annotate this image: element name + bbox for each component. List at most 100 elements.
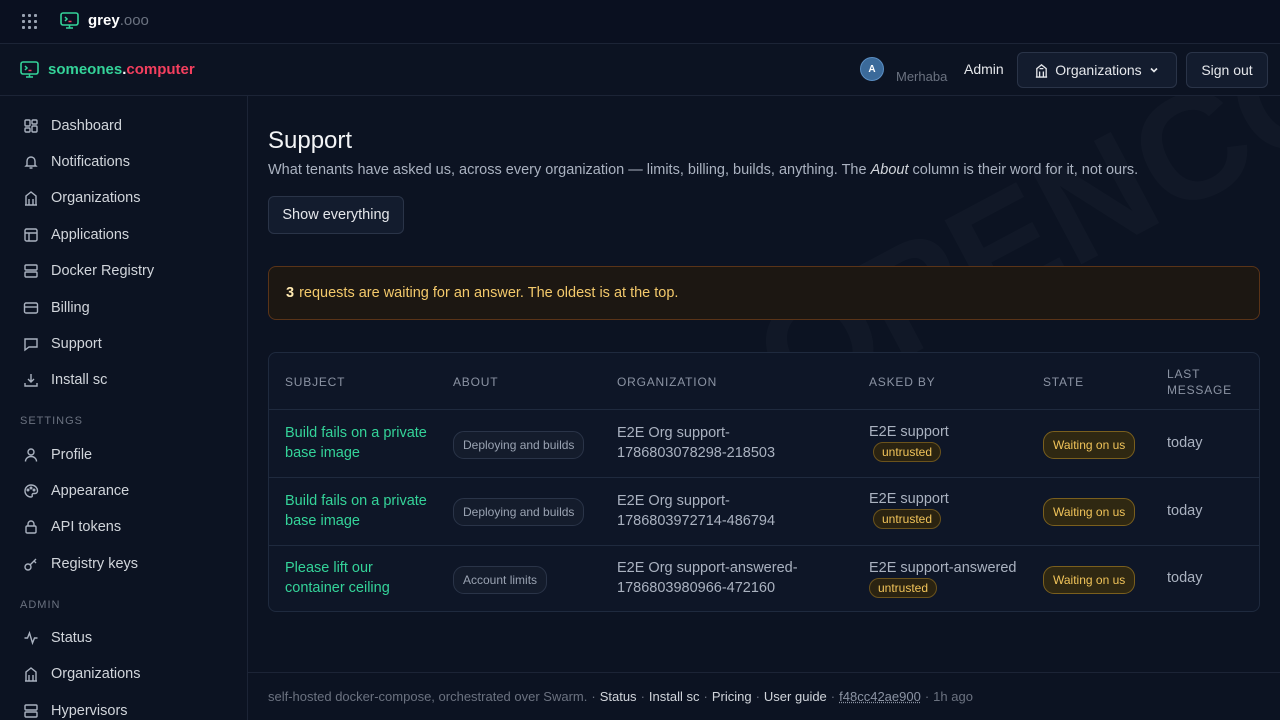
footer-link-status[interactable]: Status bbox=[600, 689, 637, 704]
sidebar-item-appearance[interactable]: Appearance bbox=[20, 476, 230, 506]
sidebar-item-applications[interactable]: Applications bbox=[20, 220, 230, 250]
sidebar-item-label: Support bbox=[51, 336, 102, 352]
state-cell: Waiting on us bbox=[1043, 431, 1136, 459]
sidebar-item-label: API tokens bbox=[51, 519, 122, 535]
column-header-subject[interactable]: SUBJECT bbox=[285, 353, 345, 410]
building-icon bbox=[25, 191, 37, 206]
last-message-cell: today bbox=[1167, 435, 1203, 451]
sidebar-item-dashboard[interactable]: Dashboard bbox=[20, 111, 230, 141]
avatar[interactable]: A bbox=[860, 57, 884, 81]
sidebar-item-label: Dashboard bbox=[51, 118, 122, 134]
about-tag-cell: Deploying and builds bbox=[453, 431, 585, 459]
footer-text: self-hosted docker-compose, orchestrated… bbox=[268, 689, 588, 704]
terminal-monitor-icon bbox=[20, 61, 39, 78]
sidebar-item-label: Status bbox=[51, 630, 93, 646]
organizations-dropdown[interactable]: Organizations bbox=[1017, 52, 1177, 88]
state-cell: Waiting on us bbox=[1043, 566, 1136, 594]
separator: · bbox=[703, 689, 708, 704]
building-icon bbox=[25, 667, 37, 682]
app-header: someones.computer A Merhaba Admin Organi… bbox=[0, 44, 1280, 96]
brand-logo[interactable]: grey.ooo bbox=[60, 12, 149, 29]
credit-card-icon bbox=[23, 302, 39, 314]
lock-icon bbox=[25, 520, 37, 534]
palette-icon bbox=[24, 484, 39, 498]
sidebar-item-organizations[interactable]: Organizations bbox=[20, 183, 230, 213]
sidebar-item-status[interactable]: Status bbox=[20, 623, 230, 653]
support-requests-table: SUBJECT ABOUT ORGANIZATION ASKED BY STAT… bbox=[268, 352, 1260, 612]
organization-cell: E2E Org support-answered-1786803980966-4… bbox=[617, 560, 798, 596]
column-header-state[interactable]: STATE bbox=[1043, 353, 1084, 410]
user-name: Admin bbox=[964, 61, 1004, 77]
server-icon bbox=[24, 264, 38, 278]
sidebar-item-label: Appearance bbox=[51, 483, 130, 499]
untrusted-badge: untrusted bbox=[873, 442, 942, 462]
last-message-cell: today bbox=[1167, 570, 1203, 586]
site-name-part1: someones bbox=[48, 61, 123, 78]
column-header-about[interactable]: ABOUT bbox=[453, 353, 498, 410]
table-row[interactable]: Build fails on a private base image Depl… bbox=[269, 478, 1259, 546]
column-header-last-message[interactable]: LAST MESSAGE bbox=[1167, 353, 1247, 410]
sidebar-item-label: Organizations bbox=[51, 190, 141, 206]
sidebar-item-admin-organizations[interactable]: Organizations bbox=[20, 659, 230, 689]
separator: · bbox=[755, 689, 760, 704]
state-badge: Waiting on us bbox=[1043, 566, 1136, 594]
apps-grid-icon[interactable] bbox=[22, 14, 38, 30]
untrusted-badge: untrusted bbox=[869, 578, 938, 598]
page-title: Support bbox=[268, 127, 353, 154]
sign-out-button[interactable]: Sign out bbox=[1186, 52, 1268, 88]
column-header-organization[interactable]: ORGANIZATION bbox=[617, 353, 717, 410]
main-content: OPENCOMPUTER Support What tenants have a… bbox=[248, 96, 1280, 672]
building-icon bbox=[1036, 63, 1048, 78]
notice-text: requests are waiting for an answer. The … bbox=[299, 285, 679, 301]
sidebar-item-label: Applications bbox=[51, 227, 130, 243]
page-description: What tenants have asked us, across every… bbox=[268, 162, 1139, 178]
asked-by-cell: E2E support-answered untrusted bbox=[869, 558, 1019, 598]
footer-link-pricing[interactable]: Pricing bbox=[712, 689, 752, 704]
footer: self-hosted docker-compose, orchestrated… bbox=[248, 672, 1280, 720]
request-subject-link[interactable]: Build fails on a private base image bbox=[285, 491, 435, 531]
sidebar-item-support[interactable]: Support bbox=[20, 329, 230, 359]
sidebar-item-label: Profile bbox=[51, 447, 93, 463]
site-logo[interactable]: someones.computer bbox=[20, 61, 195, 78]
sidebar-item-api-tokens[interactable]: API tokens bbox=[20, 512, 230, 542]
organization-cell: E2E Org support-1786803972714-486794 bbox=[617, 493, 776, 529]
sidebar-item-label: Notifications bbox=[51, 154, 130, 170]
brand-name: grey bbox=[88, 12, 120, 29]
chevron-down-icon bbox=[1150, 67, 1158, 73]
user-icon bbox=[24, 448, 38, 462]
sidebar: Dashboard Notifications Organizations Ap… bbox=[0, 96, 248, 720]
separator: · bbox=[830, 689, 836, 704]
table-row[interactable]: Build fails on a private base image Depl… bbox=[269, 410, 1259, 478]
sidebar-item-billing[interactable]: Billing bbox=[20, 293, 230, 323]
sidebar-item-notifications[interactable]: Notifications bbox=[20, 147, 230, 177]
table-row[interactable]: Please lift our container ceiling Accoun… bbox=[269, 546, 1259, 611]
sidebar-item-docker-registry[interactable]: Docker Registry bbox=[20, 256, 230, 286]
sidebar-item-label: Organizations bbox=[51, 666, 141, 682]
server-icon bbox=[24, 704, 38, 718]
footer-link-install-sc[interactable]: Install sc bbox=[649, 689, 700, 704]
state-badge: Waiting on us bbox=[1043, 431, 1136, 459]
notice-count: 3 bbox=[286, 285, 295, 301]
key-icon bbox=[24, 558, 37, 571]
sidebar-item-hypervisors[interactable]: Hypervisors bbox=[20, 696, 230, 720]
request-subject-link[interactable]: Build fails on a private base image bbox=[285, 423, 435, 463]
sidebar-item-install-sc[interactable]: Install sc bbox=[20, 365, 230, 395]
sidebar-item-profile[interactable]: Profile bbox=[20, 440, 230, 470]
commit-hash-link[interactable]: f48cc42ae900 bbox=[839, 689, 921, 704]
asked-by-cell: E2E support untrusted bbox=[869, 489, 949, 529]
footer-link-user-guide[interactable]: User guide bbox=[764, 689, 827, 704]
top-bar: grey.ooo bbox=[0, 0, 1280, 44]
separator: · bbox=[640, 689, 645, 704]
organizations-label: Organizations bbox=[1055, 62, 1142, 78]
greeting-text: Merhaba bbox=[896, 69, 948, 84]
waiting-requests-notice: 3 requests are waiting for an answer. Th… bbox=[268, 266, 1260, 320]
sidebar-item-label: Billing bbox=[51, 300, 90, 316]
commit-age: 1h ago bbox=[933, 689, 973, 704]
request-subject-link[interactable]: Please lift our container ceiling bbox=[285, 558, 435, 598]
terminal-monitor-icon bbox=[60, 12, 79, 29]
asked-by-cell: E2E support untrusted bbox=[869, 422, 949, 462]
sidebar-item-label: Hypervisors bbox=[51, 703, 128, 719]
column-header-asked-by[interactable]: ASKED BY bbox=[869, 353, 935, 410]
sidebar-item-registry-keys[interactable]: Registry keys bbox=[20, 549, 230, 579]
show-everything-button[interactable]: Show everything bbox=[268, 196, 404, 234]
